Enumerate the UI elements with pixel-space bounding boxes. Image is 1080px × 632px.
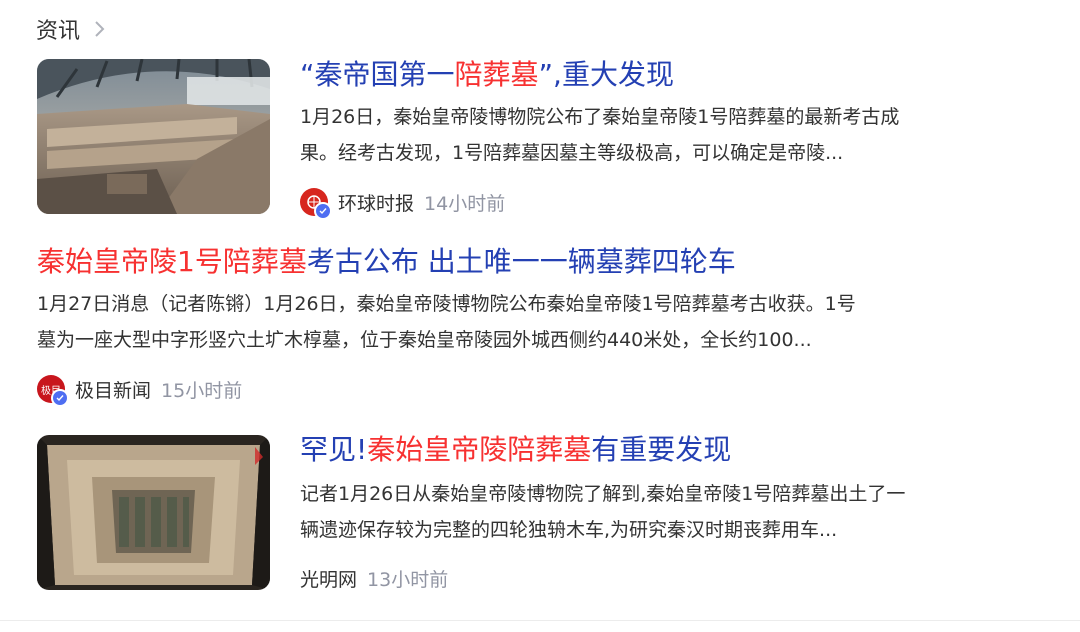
title-text: ”,重大发现 xyxy=(538,58,674,91)
summary-line: 1月26日，秦始皇帝陵博物院公布了秦始皇帝陵1号陪葬墓的最新考古成 xyxy=(300,106,900,128)
publish-time: 14小时前 xyxy=(424,192,506,215)
chevron-right-icon xyxy=(95,21,105,37)
verified-icon xyxy=(51,389,69,407)
title-text: 罕见! xyxy=(300,433,368,466)
section-header[interactable]: 资讯 xyxy=(36,12,112,46)
publish-time: 13小时前 xyxy=(367,568,449,591)
news-title-3[interactable]: 罕见!秦始皇帝陵陪葬墓有重要发现 xyxy=(300,432,731,468)
news-summary-1: 1月26日，秦始皇帝陵博物院公布了秦始皇帝陵1号陪葬墓的最新考古成 果。经考古发… xyxy=(300,99,899,171)
title-text: 考古公布 出土唯一一辆墓葬四轮车 xyxy=(306,245,736,278)
publish-time: 15小时前 xyxy=(161,379,243,402)
news-title-2[interactable]: 秦始皇帝陵1号陪葬墓考古公布 出土唯一一辆墓葬四轮车 xyxy=(37,244,736,280)
section-title: 资讯 xyxy=(36,19,81,44)
source-logo xyxy=(300,188,332,220)
news-summary-3: 记者1月26日从秦始皇帝陵博物院了解到,秦始皇帝陵1号陪葬墓出土了一 辆遗迹保存… xyxy=(300,476,905,548)
news-title-1[interactable]: “秦帝国第一陪葬墓”,重大发现 xyxy=(300,57,674,93)
news-meta-2: 极目 极目新闻 15小时前 xyxy=(37,372,243,407)
title-highlight: 陪葬墓 xyxy=(454,58,539,91)
source-name[interactable]: 环球时报 xyxy=(338,189,414,216)
summary-line: 墓为一座大型中字形竖穴土圹木椁墓，位于秦始皇帝陵园外城西侧约440米处，全长约1… xyxy=(37,329,812,351)
source-name[interactable]: 极目新闻 xyxy=(75,376,151,403)
source-logo: 极目 xyxy=(37,375,69,407)
title-text: 有重要发现 xyxy=(591,433,732,466)
summary-line: 果。经考古发现，1号陪葬墓因墓主等级极高，可以确定是帝陵... xyxy=(300,142,844,164)
news-meta-3: 光明网 13小时前 xyxy=(300,561,448,595)
source-name[interactable]: 光明网 xyxy=(300,565,357,592)
title-highlight: 秦始皇帝陵陪葬墓 xyxy=(367,433,592,466)
summary-line: 1月27日消息（记者陈锵）1月26日，秦始皇帝陵博物院公布秦始皇帝陵1号陪葬墓考… xyxy=(37,293,856,315)
verified-icon xyxy=(314,202,332,220)
news-summary-2: 1月27日消息（记者陈锵）1月26日，秦始皇帝陵博物院公布秦始皇帝陵1号陪葬墓考… xyxy=(37,286,856,358)
title-text: “秦帝国第一 xyxy=(300,58,455,91)
news-meta-1: 环球时报 14小时前 xyxy=(300,185,506,220)
title-highlight: 秦始皇帝陵1号陪葬墓 xyxy=(37,245,307,278)
news-thumbnail-1[interactable] xyxy=(37,59,270,214)
news-card: 资讯 “秦帝国第一陪葬墓”,重大发现 1月26日，秦始皇帝陵博物院公布了秦始皇帝… xyxy=(0,0,1080,621)
summary-line: 记者1月26日从秦始皇帝陵博物院了解到,秦始皇帝陵1号陪葬墓出土了一 xyxy=(300,483,906,505)
news-thumbnail-3[interactable] xyxy=(37,435,270,590)
summary-line: 辆遗迹保存较为完整的四轮独辀木车,为研究秦汉时期丧葬用车... xyxy=(300,519,838,541)
